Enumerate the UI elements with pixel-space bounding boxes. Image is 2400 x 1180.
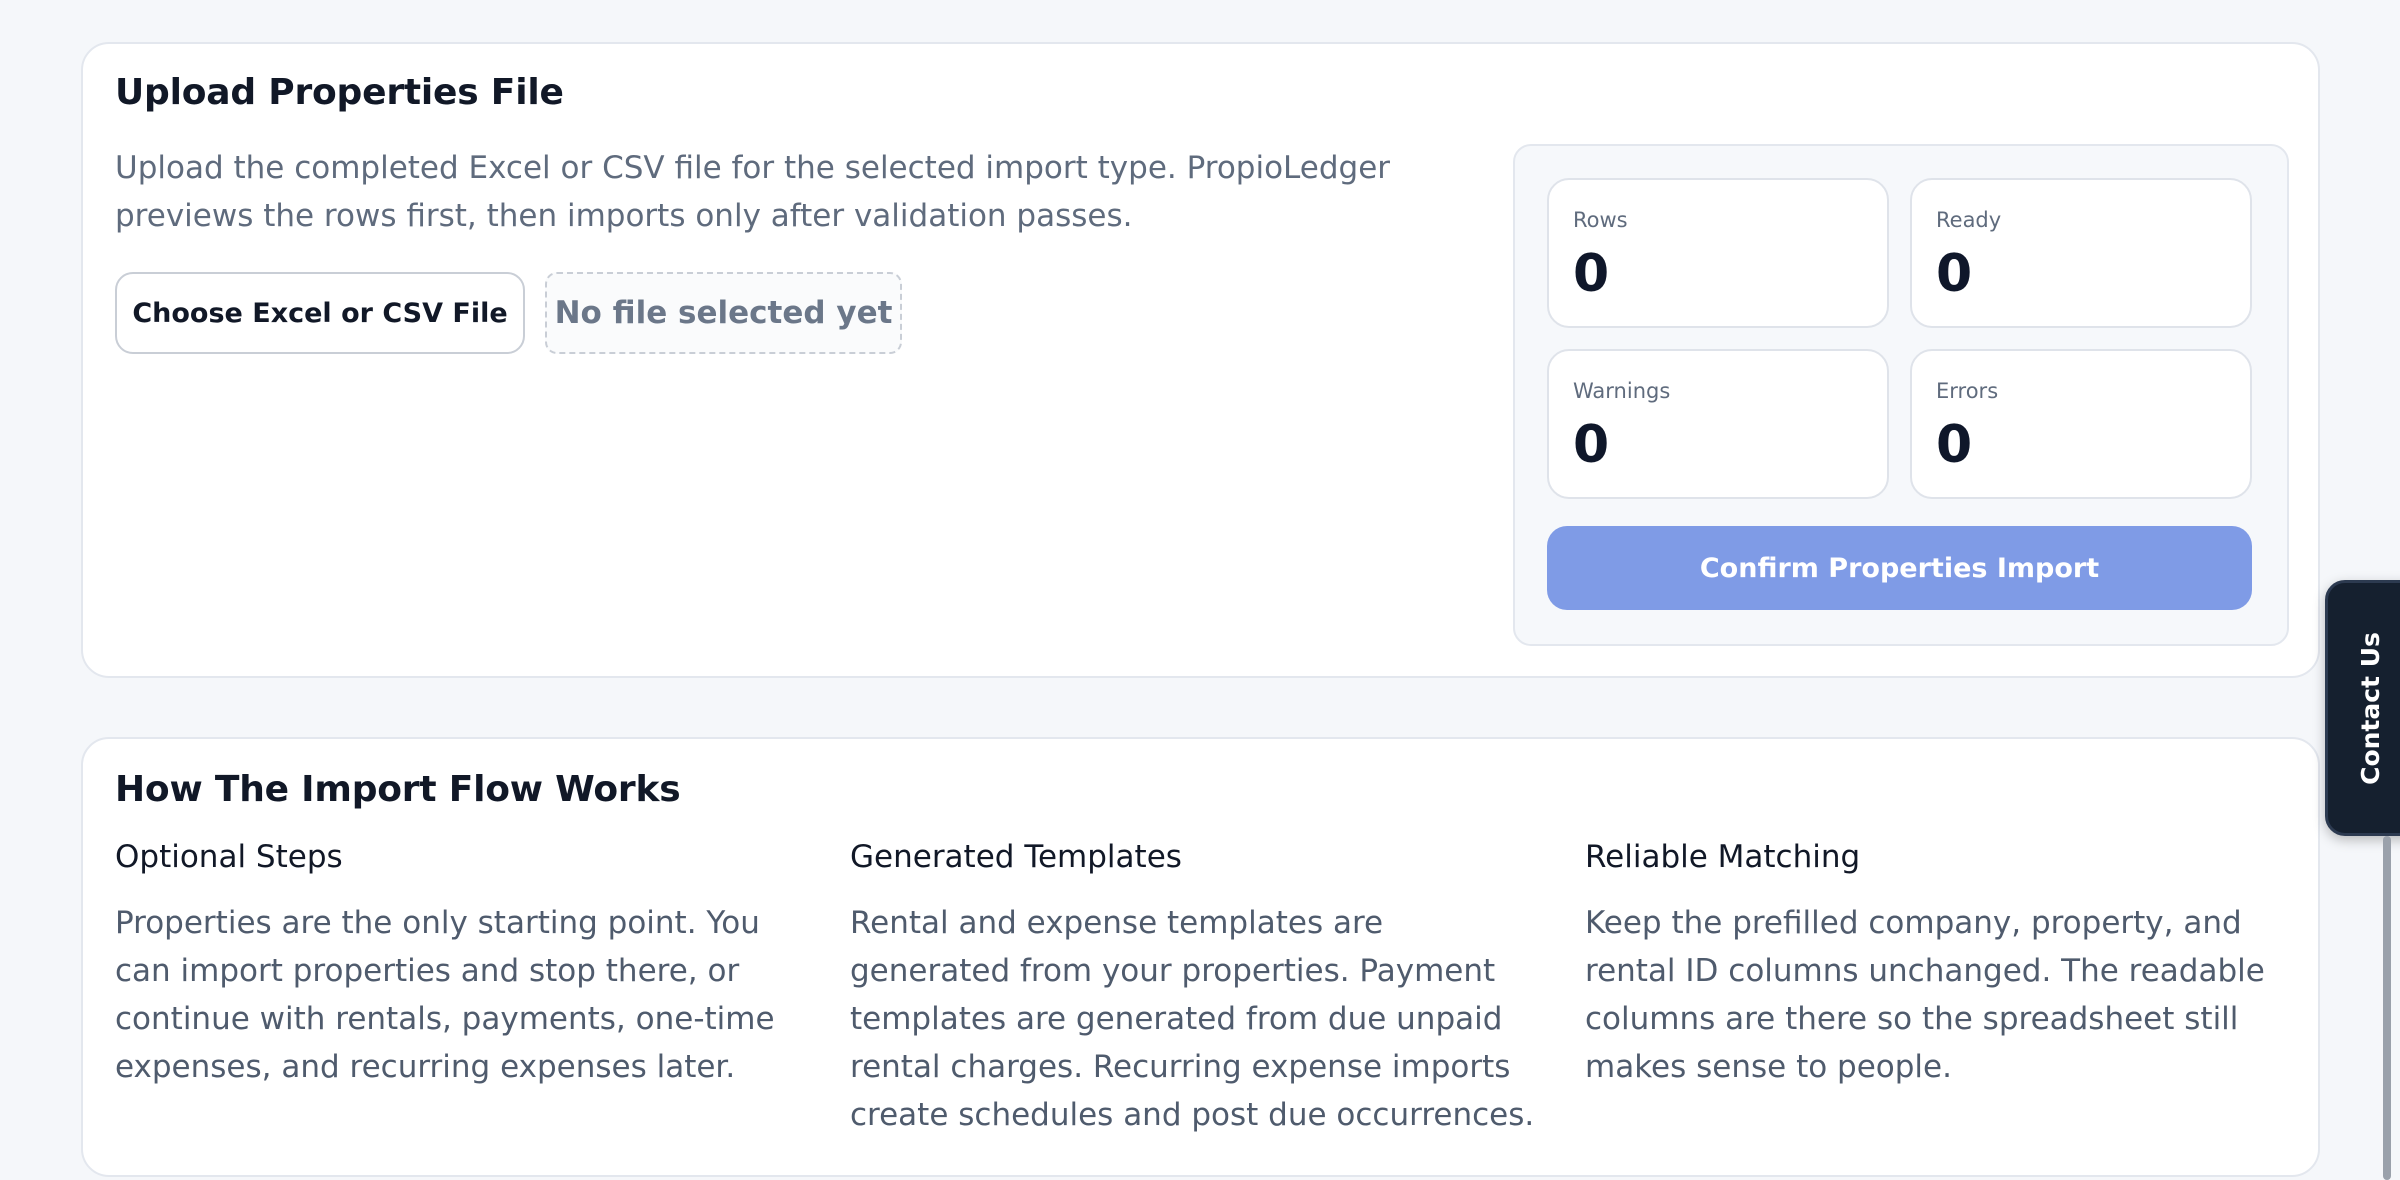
ready-stat-value: 0 [1936, 244, 1973, 304]
flow-column-heading: Generated Templates [850, 839, 1182, 875]
import-summary-panel: Rows 0 Ready 0 Warnings 0 Errors 0 Confi… [1513, 144, 2289, 646]
warnings-stat-card: Warnings 0 [1547, 349, 1889, 499]
contact-us-tab[interactable]: Contact Us [2325, 580, 2400, 836]
contact-us-label: Contact Us [2355, 631, 2385, 785]
warnings-stat-label: Warnings [1573, 379, 1671, 403]
rows-stat-label: Rows [1573, 208, 1628, 232]
flow-title: How The Import Flow Works [115, 769, 681, 810]
flow-column-text: Properties are the only starting point. … [115, 905, 775, 1085]
choose-file-button[interactable]: Choose Excel or CSV File [115, 272, 525, 354]
warnings-stat-value: 0 [1573, 415, 1610, 475]
rows-stat-card: Rows 0 [1547, 178, 1889, 328]
errors-stat-label: Errors [1936, 379, 1999, 403]
rows-stat-value: 0 [1573, 244, 1610, 304]
page-scrollbar-thumb[interactable] [2383, 836, 2391, 1180]
upload-title: Upload Properties File [115, 72, 564, 113]
import-flow-card: How The Import Flow Works Optional Steps… [81, 737, 2320, 1177]
flow-column-reliable-matching: Reliable Matching Keep the prefilled com… [1585, 839, 2295, 1091]
flow-column-generated-templates: Generated Templates Rental and expense t… [850, 839, 1550, 1139]
errors-stat-value: 0 [1936, 415, 1973, 475]
file-status-placeholder: No file selected yet [545, 272, 902, 354]
confirm-import-button[interactable]: Confirm Properties Import [1547, 526, 2252, 610]
flow-column-optional-steps: Optional Steps Properties are the only s… [115, 839, 815, 1091]
ready-stat-label: Ready [1936, 208, 2002, 232]
flow-column-text: Rental and expense templates are generat… [850, 905, 1535, 1133]
errors-stat-card: Errors 0 [1910, 349, 2252, 499]
flow-column-heading: Optional Steps [115, 839, 343, 875]
upload-properties-card: Upload Properties File Upload the comple… [81, 42, 2320, 678]
ready-stat-card: Ready 0 [1910, 178, 2252, 328]
flow-column-heading: Reliable Matching [1585, 839, 1861, 875]
flow-column-text: Keep the prefilled company, property, an… [1585, 905, 2265, 1085]
upload-description: Upload the completed Excel or CSV file f… [115, 150, 1391, 234]
